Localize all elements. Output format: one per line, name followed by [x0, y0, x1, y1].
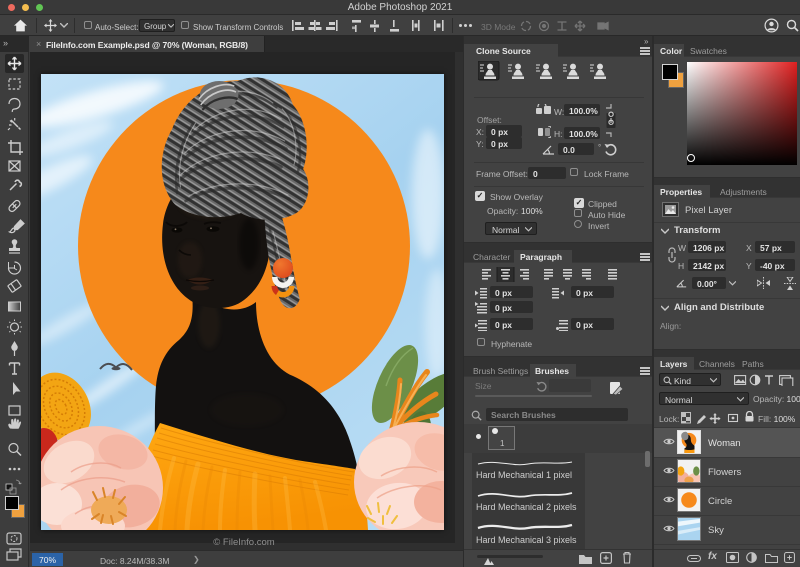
- svg-text:Hard Mechanical 3 pixels: Hard Mechanical 3 pixels: [476, 535, 577, 545]
- svg-text:Hard Mechanical 1 pixel: Hard Mechanical 1 pixel: [476, 470, 572, 480]
- svg-text:Hard Mechanical 2 pixels: Hard Mechanical 2 pixels: [476, 502, 577, 512]
